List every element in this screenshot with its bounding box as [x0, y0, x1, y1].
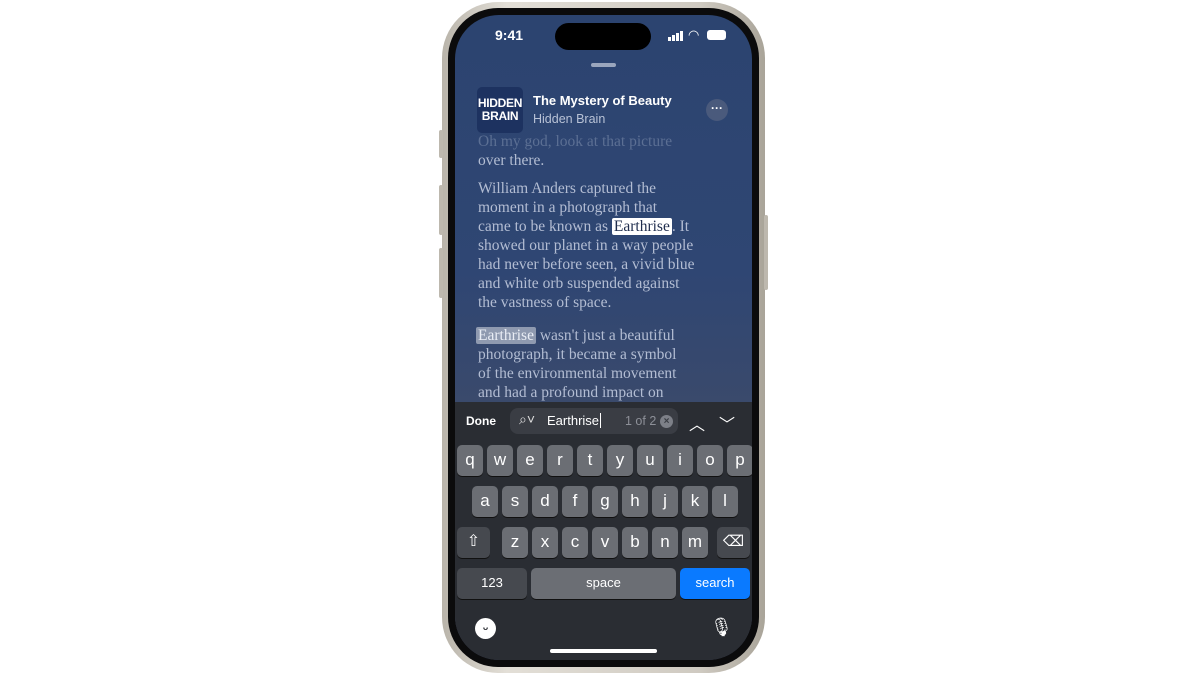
key-q[interactable]: q — [457, 445, 483, 476]
art-text: HIDDEN — [477, 96, 523, 110]
transcript-line: and white orb suspended against — [478, 275, 680, 292]
podcast-artwork: HIDDEN BRAIN — [477, 87, 523, 133]
key-o[interactable]: o — [697, 445, 723, 476]
episode-title: The Mystery of Beauty — [533, 93, 672, 108]
key-z[interactable]: z — [502, 527, 528, 558]
text: wasn't just a beautiful — [535, 327, 675, 344]
volume-down-button — [439, 248, 443, 298]
transcript-line: came to be known as Earthrise. It — [478, 218, 689, 236]
key-b[interactable]: b — [622, 527, 648, 558]
key-x[interactable]: x — [532, 527, 558, 558]
key-p[interactable]: p — [727, 445, 752, 476]
key-v[interactable]: v — [592, 527, 618, 558]
microphone-icon[interactable]: 🎙︎ — [710, 617, 733, 638]
numbers-key[interactable]: 123 — [457, 568, 527, 599]
search-key[interactable]: search — [680, 568, 750, 599]
key-w[interactable]: w — [487, 445, 513, 476]
previous-match-button[interactable]: ︿ — [689, 411, 705, 435]
text: . It — [671, 218, 690, 235]
match-count: 1 of 2 — [625, 414, 657, 428]
key-n[interactable]: n — [652, 527, 678, 558]
key-r[interactable]: r — [547, 445, 573, 476]
more-button[interactable]: ··· — [706, 99, 728, 121]
space-key[interactable]: space — [531, 568, 676, 599]
key-e[interactable]: e — [517, 445, 543, 476]
transcript-line: the vastness of space. — [478, 294, 612, 311]
transcript-line: and had a profound impact on — [478, 384, 664, 401]
done-button[interactable]: Done — [466, 414, 496, 428]
key-a[interactable]: a — [472, 486, 498, 517]
key-u[interactable]: u — [637, 445, 663, 476]
status-time: 9:41 — [495, 27, 524, 43]
transcript-line: photograph, it became a symbol — [478, 346, 677, 363]
screen: 9:41 ◠ HIDDEN BRAIN The Mystery of Beauty… — [455, 15, 752, 660]
key-l[interactable]: l — [712, 486, 738, 517]
key-m[interactable]: m — [682, 527, 708, 558]
transcript-line: moment in a photograph that — [478, 199, 658, 216]
transcript-line: over there. — [478, 152, 545, 169]
shift-key[interactable]: ⇧ — [457, 527, 490, 558]
current-match-highlight: Earthrise — [611, 218, 672, 235]
transcript-line: William Anders captured the — [478, 180, 657, 197]
transcript-line: Earthrise wasn't just a beautiful — [476, 327, 675, 345]
power-button — [764, 215, 768, 290]
key-f[interactable]: f — [562, 486, 588, 517]
volume-up-button — [439, 185, 443, 235]
transcript-line: showed our planet in a way people — [478, 237, 694, 254]
key-y[interactable]: y — [607, 445, 633, 476]
battery-icon — [707, 30, 726, 40]
key-k[interactable]: k — [682, 486, 708, 517]
show-name[interactable]: Hidden Brain — [533, 112, 605, 126]
transcript-line: had never before seen, a vivid blue — [478, 256, 695, 273]
find-field[interactable]: ⌕˅ Earthrise 1 of 2 × — [510, 408, 678, 434]
dynamic-island — [555, 23, 651, 50]
next-match-button[interactable]: ﹀ — [719, 411, 735, 435]
clear-icon[interactable]: × — [660, 415, 673, 428]
key-j[interactable]: j — [652, 486, 678, 517]
find-query[interactable]: Earthrise — [547, 413, 602, 428]
key-g[interactable]: g — [592, 486, 618, 517]
search-icon[interactable]: ⌕˅ — [519, 411, 535, 428]
key-s[interactable]: s — [502, 486, 528, 517]
transcript-line: of the environmental movement — [478, 365, 677, 382]
match-highlight: Earthrise — [476, 327, 536, 344]
delete-key[interactable]: ⌫ — [717, 527, 750, 558]
text: came to be known as — [478, 218, 612, 235]
transcript-line: Oh my god, look at that picture — [478, 133, 673, 150]
art-text: BRAIN — [481, 109, 519, 123]
key-h[interactable]: h — [622, 486, 648, 517]
key-t[interactable]: t — [577, 445, 603, 476]
emoji-icon[interactable]: ᵕ — [475, 618, 496, 639]
key-d[interactable]: d — [532, 486, 558, 517]
key-i[interactable]: i — [667, 445, 693, 476]
sheet-grabber[interactable] — [591, 63, 616, 67]
action-button — [439, 130, 443, 158]
wifi-icon: ◠ — [688, 27, 700, 42]
home-indicator[interactable] — [550, 649, 657, 653]
key-c[interactable]: c — [562, 527, 588, 558]
